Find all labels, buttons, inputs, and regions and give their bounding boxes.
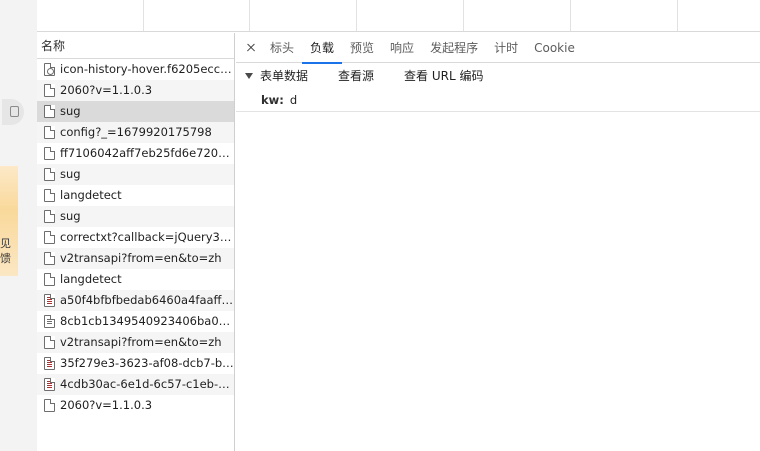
- view-url-encoded-link[interactable]: 查看 URL 编码: [404, 67, 483, 84]
- param-value[interactable]: d: [290, 93, 297, 107]
- request-detail-panel: 标头 负载 预览 响应 发起程序 计时 Cookie 表单数据 查看源 查看 URL 编码 …: [236, 33, 760, 451]
- request-name: icon-history-hover.f6205ecc.p...: [60, 62, 234, 76]
- stylesheet-file-icon: [44, 315, 55, 328]
- request-name: v2transapi?from=en&to=zh: [60, 251, 222, 265]
- page-strip: 见 馈: [0, 0, 37, 451]
- request-name: ff7106042aff7eb25fd6e72025f...: [60, 146, 234, 160]
- timeline-gridline: [677, 0, 678, 31]
- document-file-icon: [44, 126, 55, 139]
- tab-0[interactable]: 标头: [262, 33, 302, 63]
- tab-5[interactable]: 计时: [486, 33, 526, 63]
- request-row[interactable]: correctxt?callback=jQuery321...: [37, 227, 234, 248]
- timeline-gridline: [143, 0, 144, 31]
- copy-icon: [10, 106, 19, 117]
- document-file-icon: [44, 336, 55, 349]
- request-list-panel: 名称 icon-history-hover.f6205ecc.p... 2060?…: [37, 33, 235, 451]
- request-name: correctxt?callback=jQuery321...: [60, 230, 234, 244]
- page-ad-text: 见 馈: [0, 236, 18, 266]
- request-name: config?_=1679920175798: [60, 125, 212, 139]
- script-file-icon: [44, 378, 55, 391]
- request-name: 8cb1cb1349540923406ba094...: [60, 314, 234, 328]
- request-row[interactable]: a50f4bfbfbedab6460a4faaff83...: [37, 290, 234, 311]
- request-row[interactable]: sug: [37, 101, 234, 122]
- request-name: 2060?v=1.1.0.3: [60, 83, 153, 97]
- form-data-params: kw: d: [236, 88, 760, 112]
- request-name: v2transapi?from=en&to=zh: [60, 335, 222, 349]
- document-file-icon: [44, 231, 55, 244]
- request-row[interactable]: icon-history-hover.f6205ecc.p...: [37, 59, 234, 80]
- name-column-header[interactable]: 名称: [37, 33, 234, 59]
- tab-4[interactable]: 发起程序: [422, 33, 486, 63]
- page-side-button[interactable]: [2, 99, 24, 125]
- request-row[interactable]: langdetect: [37, 185, 234, 206]
- tab-6[interactable]: Cookie: [526, 33, 583, 63]
- script-file-icon: [44, 294, 55, 307]
- request-name: a50f4bfbfbedab6460a4faaff83...: [60, 293, 234, 307]
- network-timeline-overview[interactable]: [37, 0, 760, 32]
- request-row[interactable]: 2060?v=1.1.0.3: [37, 395, 234, 416]
- tab-1[interactable]: 负载: [302, 33, 343, 64]
- document-file-icon: [44, 189, 55, 202]
- document-file-icon: [44, 147, 55, 160]
- request-name: langdetect: [60, 188, 122, 202]
- document-file-icon: [44, 252, 55, 265]
- detail-tab-bar: 标头 负载 预览 响应 发起程序 计时 Cookie: [236, 33, 760, 64]
- document-file-icon: [44, 273, 55, 286]
- request-row[interactable]: sug: [37, 206, 234, 227]
- caret-down-icon[interactable]: [245, 72, 253, 79]
- request-row[interactable]: sug: [37, 164, 234, 185]
- timeline-gridline: [249, 0, 250, 31]
- timeline-gridline: [356, 0, 357, 31]
- request-row[interactable]: 35f279e3-3623-af08-dcb7-bd...: [37, 353, 234, 374]
- request-row[interactable]: langdetect: [37, 269, 234, 290]
- request-list: icon-history-hover.f6205ecc.p... 2060?v=1…: [37, 59, 234, 416]
- request-name: sug: [60, 104, 81, 118]
- document-file-icon: [44, 168, 55, 181]
- document-file-icon: [44, 84, 55, 97]
- request-row[interactable]: 4cdb30ac-6e1d-6c57-c1eb-8b...: [37, 374, 234, 395]
- document-file-icon: [44, 399, 55, 412]
- view-source-link[interactable]: 查看源: [338, 67, 374, 84]
- request-row[interactable]: v2transapi?from=en&to=zh: [37, 248, 234, 269]
- request-name: 2060?v=1.1.0.3: [60, 398, 153, 412]
- timeline-gridline: [463, 0, 464, 31]
- document-file-icon: [44, 210, 55, 223]
- param-row: kw: d: [236, 88, 760, 112]
- page-ad-text-line: 馈: [0, 252, 11, 265]
- request-row[interactable]: 2060?v=1.1.0.3: [37, 80, 234, 101]
- close-icon[interactable]: [238, 33, 262, 63]
- script-file-icon: [44, 357, 55, 370]
- request-name: sug: [60, 167, 81, 181]
- form-data-section-header[interactable]: 表单数据 查看源 查看 URL 编码: [236, 63, 760, 88]
- timeline-gridline: [570, 0, 571, 31]
- request-row[interactable]: ff7106042aff7eb25fd6e72025f...: [37, 143, 234, 164]
- request-name: langdetect: [60, 272, 122, 286]
- tab-2[interactable]: 预览: [342, 33, 382, 63]
- request-name: sug: [60, 209, 81, 223]
- form-data-title: 表单数据: [260, 69, 309, 83]
- request-name: 4cdb30ac-6e1d-6c57-c1eb-8b...: [60, 377, 234, 391]
- request-row[interactable]: config?_=1679920175798: [37, 122, 234, 143]
- param-key: kw:: [261, 93, 284, 107]
- tab-3[interactable]: 响应: [382, 33, 422, 63]
- request-row[interactable]: 8cb1cb1349540923406ba094...: [37, 311, 234, 332]
- image-file-icon: [44, 63, 55, 76]
- request-name: 35f279e3-3623-af08-dcb7-bd...: [60, 356, 234, 370]
- page-ad-text-line: 见: [0, 237, 11, 250]
- request-row[interactable]: v2transapi?from=en&to=zh: [37, 332, 234, 353]
- document-file-icon: [44, 105, 55, 118]
